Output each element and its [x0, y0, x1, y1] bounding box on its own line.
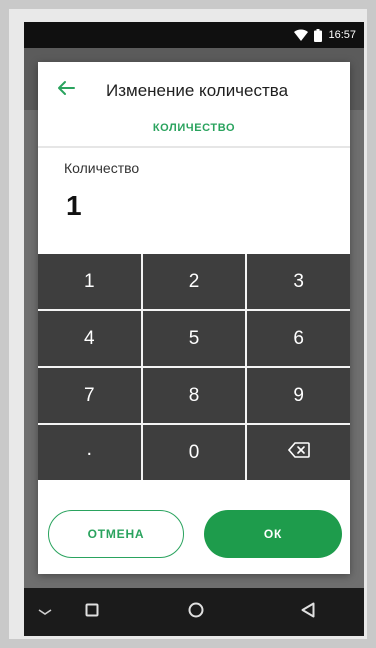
- wifi-icon: [294, 29, 309, 41]
- dialog-title: Изменение количества: [106, 81, 289, 100]
- quantity-field-value[interactable]: 1: [66, 190, 82, 222]
- key-6[interactable]: 6: [247, 311, 350, 366]
- key-1[interactable]: 1: [38, 254, 141, 309]
- recents-icon: [85, 603, 99, 622]
- key-7[interactable]: 7: [38, 368, 141, 423]
- quantity-field-label: Количество: [64, 160, 140, 176]
- keyboard-hide-button[interactable]: [30, 588, 60, 636]
- tab-divider: [38, 146, 350, 148]
- status-bar: 16:57: [24, 22, 364, 48]
- backspace-icon: [287, 441, 310, 464]
- arrow-left-icon: [57, 80, 75, 101]
- key-4[interactable]: 4: [38, 311, 141, 366]
- home-button[interactable]: [178, 588, 214, 636]
- key-backspace[interactable]: [247, 425, 350, 480]
- tab-quantity[interactable]: КОЛИЧЕСТВО: [38, 122, 350, 134]
- key-decimal[interactable]: .: [38, 425, 141, 480]
- cancel-button[interactable]: ОТМЕНА: [48, 510, 184, 558]
- dialog-header: Изменение количества: [38, 62, 350, 120]
- home-icon: [188, 602, 204, 623]
- key-2[interactable]: 2: [142, 254, 246, 309]
- key-decimal-label: .: [86, 437, 93, 460]
- back-button[interactable]: [52, 76, 80, 104]
- ok-button[interactable]: ОК: [204, 510, 342, 558]
- navigation-bar: [24, 588, 364, 636]
- keyboard-hide-icon: [38, 603, 52, 621]
- key-5[interactable]: 5: [142, 311, 246, 366]
- key-0[interactable]: 0: [142, 425, 246, 480]
- status-time: 16:57: [328, 29, 356, 41]
- numeric-keypad: 1 2 3 4 5 6 7 8 9 . 0: [38, 254, 350, 480]
- battery-icon: [314, 28, 323, 42]
- key-3[interactable]: 3: [247, 254, 350, 309]
- back-nav-button[interactable]: [290, 588, 326, 636]
- recents-button[interactable]: [74, 588, 110, 636]
- key-9[interactable]: 9: [247, 368, 350, 423]
- change-quantity-dialog: Изменение количества КОЛИЧЕСТВО Количест…: [38, 62, 350, 574]
- back-icon: [301, 602, 315, 623]
- key-8[interactable]: 8: [142, 368, 246, 423]
